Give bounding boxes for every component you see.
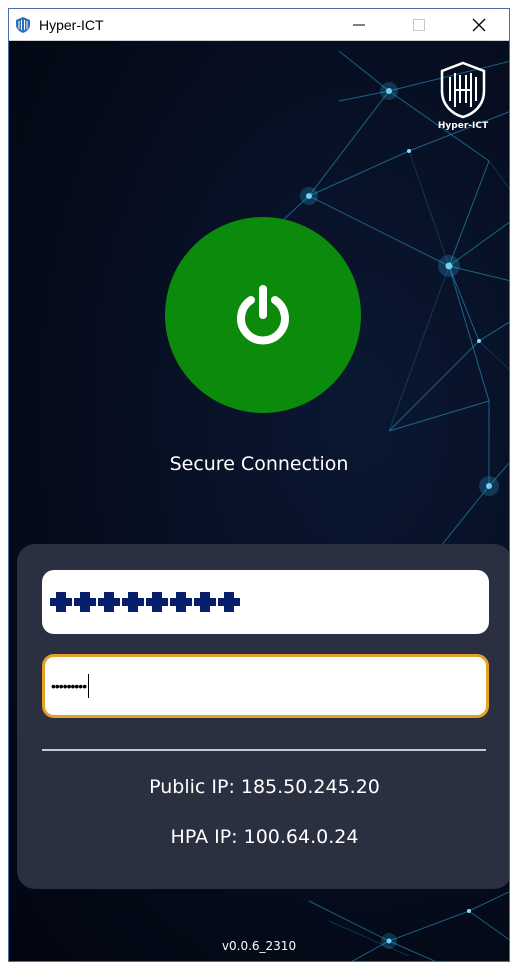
divider — [42, 749, 486, 751]
minimize-button[interactable] — [329, 9, 389, 41]
maximize-button[interactable] — [389, 9, 449, 41]
title-bar[interactable]: Hyper-ICT — [9, 9, 509, 41]
connection-status: Secure Connection — [169, 453, 349, 475]
hpa-ip: HPA IP: 100.64.0.24 — [170, 826, 359, 848]
window-title: Hyper-ICT — [39, 16, 104, 33]
maximize-icon — [413, 18, 425, 31]
power-icon — [237, 285, 289, 345]
brand-logo: Hyper-ICT — [433, 61, 493, 141]
version-label: v0.0.6_2310 — [221, 939, 297, 953]
public-ip: Public IP: 185.50.245.20 — [149, 776, 380, 798]
logo-text: Hyper-ICT — [437, 121, 489, 131]
close-icon — [472, 18, 486, 31]
password-mask: ••••••••• — [51, 678, 87, 694]
redacted-username — [50, 592, 240, 612]
main-content: Hyper-ICT Secure Connection ••••••••• Pu… — [9, 41, 509, 961]
login-panel: ••••••••• Public IP: 185.50.245.20 HPA I… — [17, 544, 509, 889]
password-field[interactable]: ••••••••• — [42, 654, 489, 718]
power-button[interactable] — [165, 217, 361, 413]
app-window: Hyper-ICT Hyper-ICT Secure Connection ••… — [8, 8, 510, 962]
app-logo-icon — [15, 16, 31, 34]
close-button[interactable] — [449, 9, 509, 41]
text-caret — [88, 674, 90, 698]
username-field[interactable] — [42, 570, 489, 634]
hyper-ict-shield-logo-icon — [440, 61, 486, 119]
minimize-icon — [353, 24, 365, 25]
